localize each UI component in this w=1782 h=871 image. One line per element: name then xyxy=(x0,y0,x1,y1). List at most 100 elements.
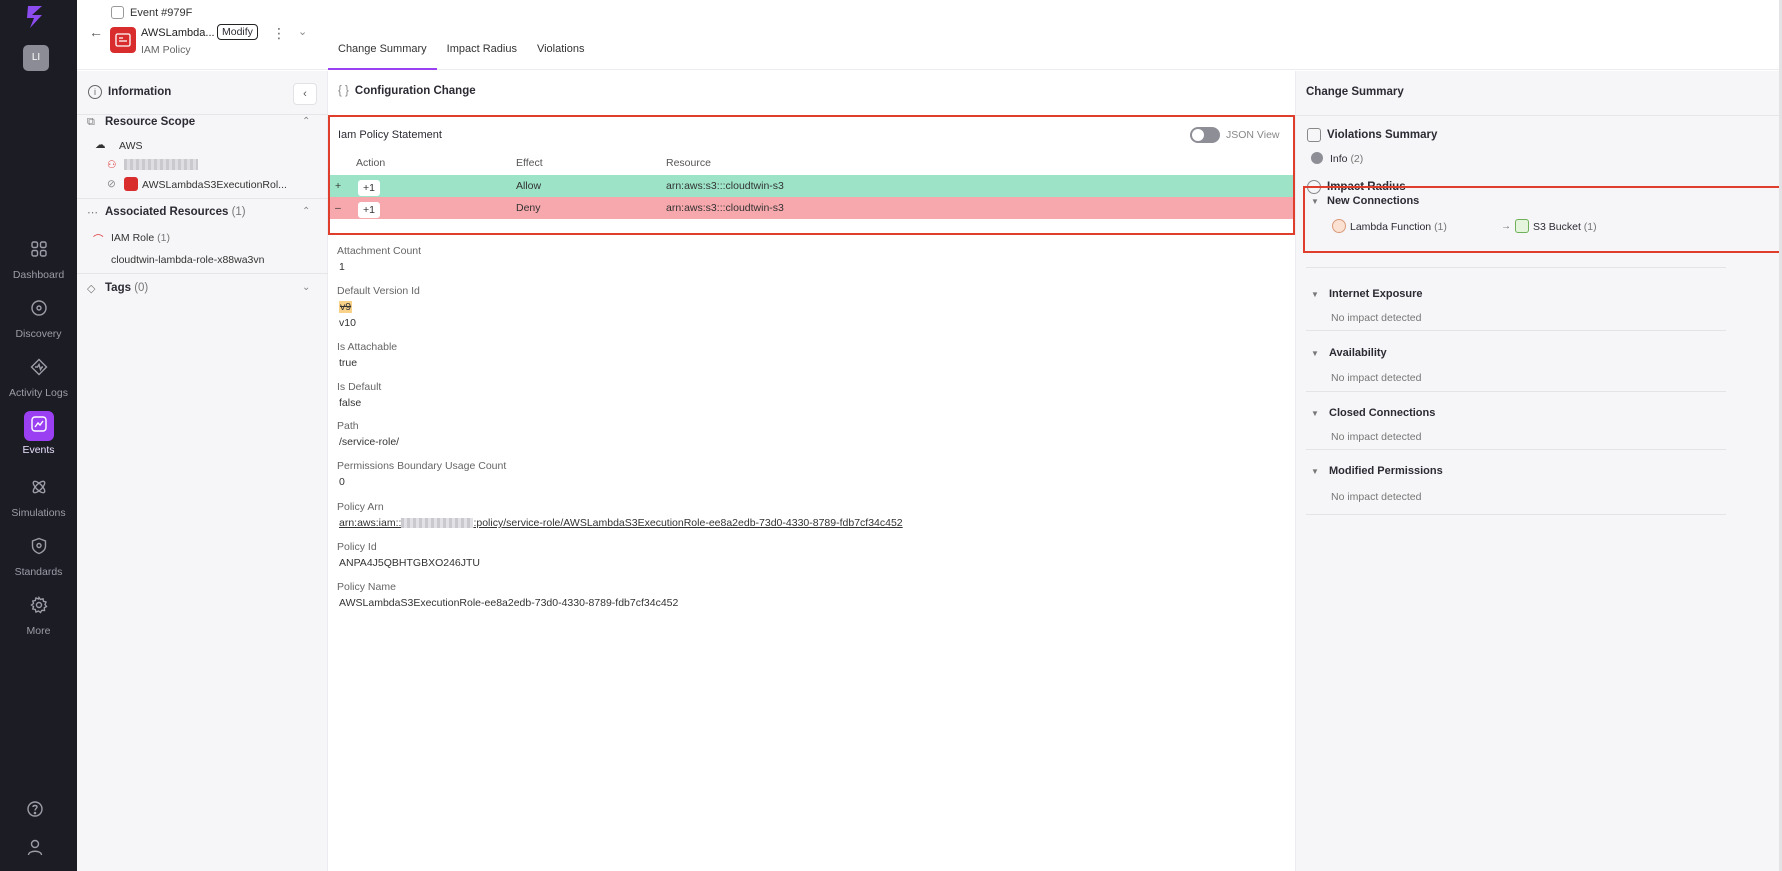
page-header: ← Event #979F AWSLambda... Modify ⋮ ⌄ IA… xyxy=(77,0,1782,70)
resource-value: arn:aws:s3:::cloudtwin-s3 xyxy=(666,202,784,214)
caret-down-icon[interactable]: ▼ xyxy=(1311,290,1319,299)
user-profile-icon[interactable] xyxy=(26,838,44,856)
divider xyxy=(1296,115,1782,116)
pulse-icon xyxy=(30,358,47,376)
event-id: Event #979F xyxy=(111,6,192,19)
caret-down-icon[interactable]: ▼ xyxy=(1311,467,1319,476)
chart-icon xyxy=(30,416,47,432)
nav-item-events[interactable]: Events xyxy=(0,411,77,456)
chevron-down-icon[interactable]: ⌄ xyxy=(302,282,310,293)
scope-resource[interactable]: AWSLambdaS3ExecutionRol... xyxy=(142,179,287,191)
braces-icon: { } xyxy=(338,85,349,97)
nav-label-simulations: Simulations xyxy=(11,507,66,519)
more-options-icon[interactable]: ⋮ xyxy=(272,25,286,42)
effect-value: Deny xyxy=(516,202,541,214)
caret-down-icon[interactable]: ▼ xyxy=(1311,409,1319,418)
default-version-new: v10 xyxy=(339,317,356,329)
information-title: Information xyxy=(108,86,172,98)
configuration-change-title: { } Configuration Change xyxy=(338,85,476,97)
policy-name-value: AWSLambdaS3ExecutionRole-ee8a2edb-73d0-4… xyxy=(339,597,679,609)
policy-id-value: ANPA4J5QBHTGBXO246JTU xyxy=(339,557,481,569)
nav-label-activity-logs: Activity Logs xyxy=(9,387,68,399)
caret-down-icon[interactable]: ▼ xyxy=(1311,349,1319,358)
attachment-count-value: 1 xyxy=(339,261,345,273)
iam-policy-icon xyxy=(110,27,136,53)
connection-source[interactable]: Lambda Function (1) xyxy=(1350,221,1447,233)
nav-item-more[interactable]: More xyxy=(0,592,77,637)
nav-item-dashboard[interactable]: Dashboard xyxy=(0,236,77,281)
atom-icon xyxy=(32,480,45,494)
tab-impact-radius[interactable]: Impact Radius xyxy=(437,0,527,70)
disabled-icon: ⊘ xyxy=(107,178,116,190)
info-severity-icon xyxy=(1311,152,1323,165)
action-count-pill[interactable]: +1 xyxy=(358,180,380,196)
nav-label-dashboard: Dashboard xyxy=(12,269,65,281)
chevron-up-icon[interactable]: ⌃ xyxy=(302,206,310,217)
internet-exposure-title[interactable]: Internet Exposure xyxy=(1329,288,1423,300)
default-version-label: Default Version Id xyxy=(337,285,420,297)
policy-id-label: Policy Id xyxy=(337,541,377,553)
back-arrow-icon[interactable]: ← xyxy=(89,24,103,40)
modified-permissions-status: No impact detected xyxy=(1331,491,1422,503)
action-count-pill[interactable]: +1 xyxy=(358,202,380,218)
divider xyxy=(1306,449,1726,450)
modified-permissions-title[interactable]: Modified Permissions xyxy=(1329,465,1443,477)
is-default-value: false xyxy=(339,397,362,409)
chevron-down-icon[interactable]: ⌄ xyxy=(298,25,307,38)
policy-name-label: Policy Name xyxy=(337,581,396,593)
event-icon xyxy=(111,6,124,19)
logo-icon[interactable] xyxy=(24,4,48,30)
is-attachable-value: true xyxy=(339,357,358,369)
is-attachable-label: Is Attachable xyxy=(337,341,398,353)
collapse-panel-button[interactable]: ‹ xyxy=(293,83,317,105)
lambda-icon xyxy=(1332,219,1346,233)
arrow-right-icon: → xyxy=(1501,221,1511,232)
pb-usage-value: 0 xyxy=(339,476,345,488)
new-connections-section: ▼ New Connections Lambda Function (1) → … xyxy=(1303,186,1782,253)
info-violations[interactable]: Info (2) xyxy=(1330,153,1363,165)
attachment-count-label: Attachment Count xyxy=(337,245,422,257)
nav-item-discovery[interactable]: Discovery xyxy=(0,295,77,340)
avatar[interactable]: LI xyxy=(23,45,49,71)
column-header-action: Action xyxy=(356,157,386,169)
new-connections-title[interactable]: New Connections xyxy=(1327,195,1419,207)
information-panel: i Information ‹ ⧉ Resource Scope ⌃ ☁ AWS… xyxy=(77,71,328,871)
tab-violations[interactable]: Violations xyxy=(527,0,595,70)
tab-change-summary[interactable]: Change Summary xyxy=(328,0,437,70)
nav-item-simulations[interactable]: Simulations xyxy=(0,474,77,519)
associated-resources-title[interactable]: Associated Resources (1) xyxy=(105,206,246,218)
nav-label-more: More xyxy=(26,625,51,637)
iam-policy-statement: Iam Policy Statement JSON View Action Ef… xyxy=(328,115,1295,235)
help-icon[interactable] xyxy=(26,800,44,818)
iam-role-name[interactable]: cloudtwin-lambda-role-x88wa3vn xyxy=(111,254,265,266)
account-icon: ⚇ xyxy=(107,159,117,171)
closed-connections-title[interactable]: Closed Connections xyxy=(1329,407,1435,419)
grid-icon xyxy=(30,241,47,257)
pb-usage-label: Permissions Boundary Usage Count xyxy=(337,460,507,472)
tab-bar: Change Summary Impact Radius Violations xyxy=(328,0,594,70)
json-view-toggle[interactable] xyxy=(1190,127,1220,143)
column-header-effect: Effect xyxy=(516,157,543,169)
path-value: /service-role/ xyxy=(339,436,400,448)
path-label: Path xyxy=(337,420,359,432)
tags-title[interactable]: Tags (0) xyxy=(105,282,148,294)
nav-item-activity-logs[interactable]: Activity Logs xyxy=(0,354,77,399)
is-default-label: Is Default xyxy=(337,381,382,393)
resource-scope-title[interactable]: Resource Scope xyxy=(105,116,195,128)
chevron-up-icon[interactable]: ⌃ xyxy=(302,116,310,127)
nav-item-standards[interactable]: Standards xyxy=(0,533,77,578)
divider xyxy=(77,273,328,274)
cloud-icon: ☁ xyxy=(95,139,106,151)
connection-target[interactable]: S3 Bucket (1) xyxy=(1533,221,1597,233)
iam-role-type: IAM Role (1) xyxy=(111,232,170,244)
policy-arn-link[interactable]: arn:aws:iam:::policy/service-role/AWSLam… xyxy=(339,517,903,529)
event-id-label: Event #979F xyxy=(130,6,193,19)
iam-role-icon: ⌒ xyxy=(93,234,104,246)
availability-title[interactable]: Availability xyxy=(1329,347,1387,359)
divider xyxy=(1306,267,1726,268)
caret-down-icon[interactable]: ▼ xyxy=(1311,197,1319,206)
table-row-added: + +1 Allow arn:aws:s3:::cloudtwin-s3 xyxy=(330,175,1293,197)
nav-label-standards: Standards xyxy=(14,566,63,578)
divider xyxy=(1306,330,1726,331)
internet-exposure-status: No impact detected xyxy=(1331,312,1422,324)
